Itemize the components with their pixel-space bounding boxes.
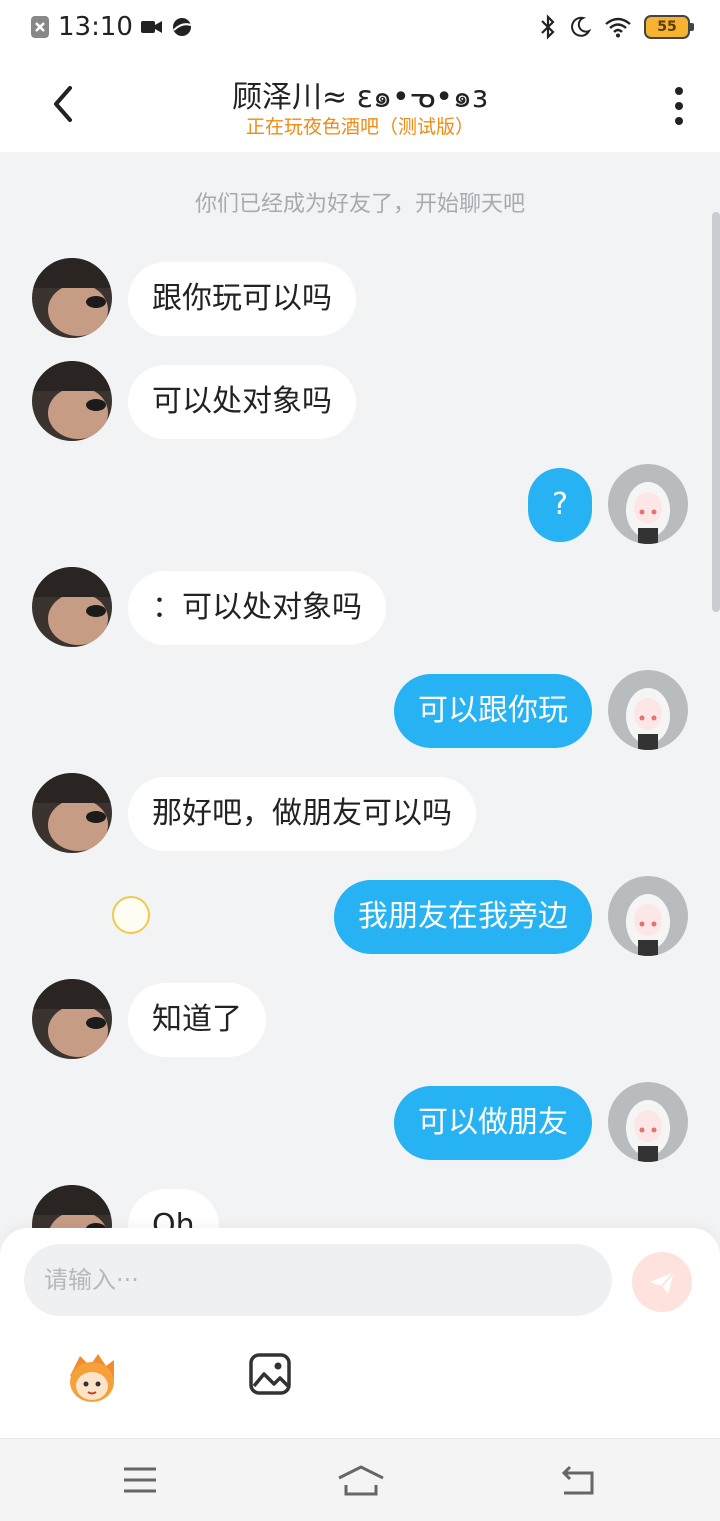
chat-header: 顾泽川≈ ɛ๑•ᓀ•๑ɜ 正在玩夜色酒吧（测试版）	[0, 56, 720, 152]
system-nav-bar	[0, 1438, 720, 1521]
composer-panel	[0, 1228, 720, 1438]
message-row: 可以跟你玩	[0, 670, 720, 750]
back-icon[interactable]	[558, 1463, 598, 1497]
menu-icon[interactable]	[120, 1463, 160, 1497]
avatar[interactable]	[32, 1185, 112, 1230]
avatar[interactable]	[608, 1082, 688, 1162]
message-bubble[interactable]: 我朋友在我旁边	[334, 880, 592, 954]
message-row: 可以处对象吗	[0, 361, 720, 441]
message-row: 我朋友在我旁边	[0, 876, 720, 956]
home-icon[interactable]	[336, 1463, 386, 1497]
image-icon[interactable]	[248, 1352, 292, 1396]
avatar[interactable]	[608, 670, 688, 750]
message-bubble[interactable]: 知道了	[128, 983, 266, 1057]
avatar[interactable]	[32, 979, 112, 1059]
message-bubble[interactable]: 可以跟你玩	[394, 674, 592, 748]
notification-blocked-icon	[31, 16, 49, 38]
message-row: 知道了	[0, 979, 720, 1059]
message-input[interactable]	[24, 1244, 612, 1316]
message-bubble[interactable]: 那好吧，做朋友可以吗	[128, 777, 476, 851]
mascot-icon[interactable]	[62, 1346, 122, 1406]
planet-icon	[172, 18, 192, 36]
message-bubble[interactable]: 可以做朋友	[394, 1086, 592, 1160]
battery-level: 55	[657, 19, 677, 35]
send-icon	[650, 1271, 675, 1294]
message-row: ：可以处对象吗	[0, 567, 720, 647]
message-row: 那好吧，做朋友可以吗	[0, 773, 720, 853]
message-bubble[interactable]: Oh	[128, 1189, 219, 1230]
avatar[interactable]	[32, 258, 112, 338]
video-icon	[140, 21, 162, 33]
status-right: 55	[540, 14, 694, 40]
message-bubble[interactable]: 可以处对象吗	[128, 365, 356, 439]
message-bubble[interactable]: ：可以处对象吗	[128, 571, 386, 645]
message-bubble[interactable]: ?	[528, 468, 592, 542]
battery-icon: 55	[644, 15, 694, 39]
message-row: 可以做朋友	[0, 1082, 720, 1162]
avatar[interactable]	[32, 773, 112, 853]
status-time: 13:10	[58, 12, 133, 42]
message-bubble[interactable]: 跟你玩可以吗	[128, 262, 356, 336]
avatar[interactable]	[608, 876, 688, 956]
status-left: 13:10	[30, 12, 193, 42]
bluetooth-icon	[541, 14, 555, 40]
wifi-icon	[605, 17, 631, 38]
message-row: Oh	[0, 1185, 720, 1230]
status-bar: 13:10 55	[0, 0, 720, 56]
moon-icon	[571, 16, 592, 37]
avatar[interactable]	[32, 361, 112, 441]
message-row: ?	[0, 464, 720, 544]
avatar[interactable]	[32, 567, 112, 647]
message-row: 跟你玩可以吗	[0, 258, 720, 338]
send-button[interactable]	[632, 1252, 692, 1312]
system-message: 你们已经成为好友了，开始聊天吧	[194, 192, 525, 217]
chat-subtitle: 正在玩夜色酒吧（测试版）	[245, 116, 474, 138]
chat-area[interactable]: 你们已经成为好友了，开始聊天吧 跟你玩可以吗 可以处对象吗 ? ：可以处对象吗 …	[0, 152, 720, 1230]
more-vertical-icon[interactable]	[674, 86, 684, 126]
avatar[interactable]	[608, 464, 688, 544]
